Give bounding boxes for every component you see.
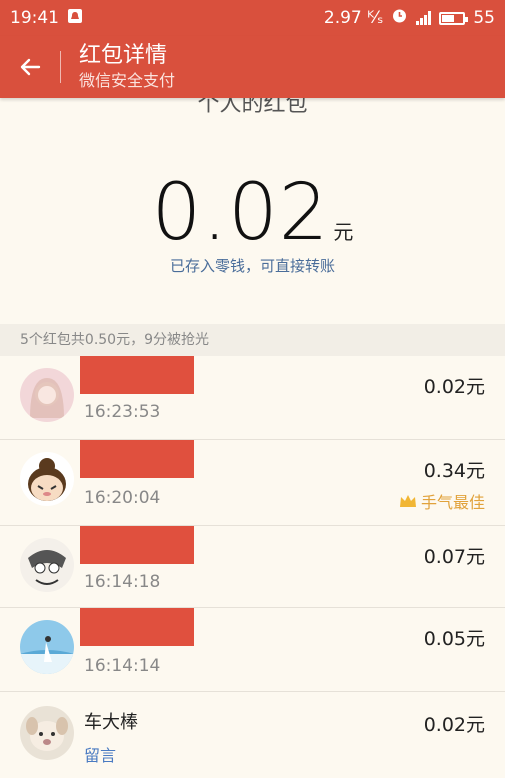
grab-time: 16:20:04 [84,488,161,508]
alarm-icon [391,7,408,29]
list-item[interactable]: 16:23:53 0.02元 [0,356,505,440]
summary-bar: 5个红包共0.50元，9分被抢光 [0,324,505,356]
amount-value: 0.02 [151,168,330,258]
grab-amount: 0.02元 [423,376,485,398]
avatar[interactable] [20,620,74,674]
grab-time: 16:14:18 [84,572,161,592]
avatar[interactable] [20,368,74,422]
recipient-name: 车大棒 [84,712,138,733]
status-bar: 19:41 2.97 ᴷ⁄ₛ 55 [0,0,505,36]
grab-amount: 0.34元 [423,460,485,482]
grab-time: 16:14:14 [84,656,161,676]
grab-amount: 0.02元 [423,714,485,736]
avatar[interactable] [20,538,74,592]
avatar[interactable] [20,706,74,760]
battery-level: 55 [473,8,495,28]
leave-message-link[interactable]: 留言 [84,742,116,766]
page-title: 红包详情 [79,43,168,68]
name-redacted [80,526,194,564]
list-item[interactable]: 16:20:04 0.34元 手气最佳 [0,440,505,526]
name-redacted [80,440,194,478]
avatar[interactable] [20,452,74,506]
signal-icon [416,11,432,25]
grab-time: 16:23:53 [84,402,161,422]
title-bar: 红包详情 微信安全支付 [0,36,505,98]
back-arrow-icon [20,58,41,76]
received-amount: 0.02 元 [0,168,505,258]
list-item[interactable]: 车大棒 留言 0.02元 [0,692,505,778]
best-luck-label: 手气最佳 [420,493,485,512]
recipient-list: 16:23:53 0.02元 16:20:04 0.34元 手气最佳 16:14… [0,356,505,778]
amount-unit: 元 [333,220,354,244]
status-time: 19:41 [10,8,59,28]
list-item[interactable]: 16:14:18 0.07元 [0,526,505,608]
stored-to-balance-link[interactable]: 已存入零钱，可直接转账 [0,255,505,276]
page-subtitle: 微信安全支付 [79,71,176,90]
list-item[interactable]: 16:14:14 0.05元 [0,608,505,692]
grab-amount: 0.05元 [423,628,485,650]
network-speed: 2.97 ᴷ⁄ₛ [323,8,384,28]
grab-amount: 0.07元 [423,546,485,568]
crown-icon [399,495,416,507]
name-redacted [80,356,194,394]
best-luck-badge: 手气最佳 [399,489,485,513]
notification-icon [67,8,83,29]
back-button[interactable] [0,36,60,98]
battery-icon [439,11,469,25]
name-redacted [80,608,194,646]
